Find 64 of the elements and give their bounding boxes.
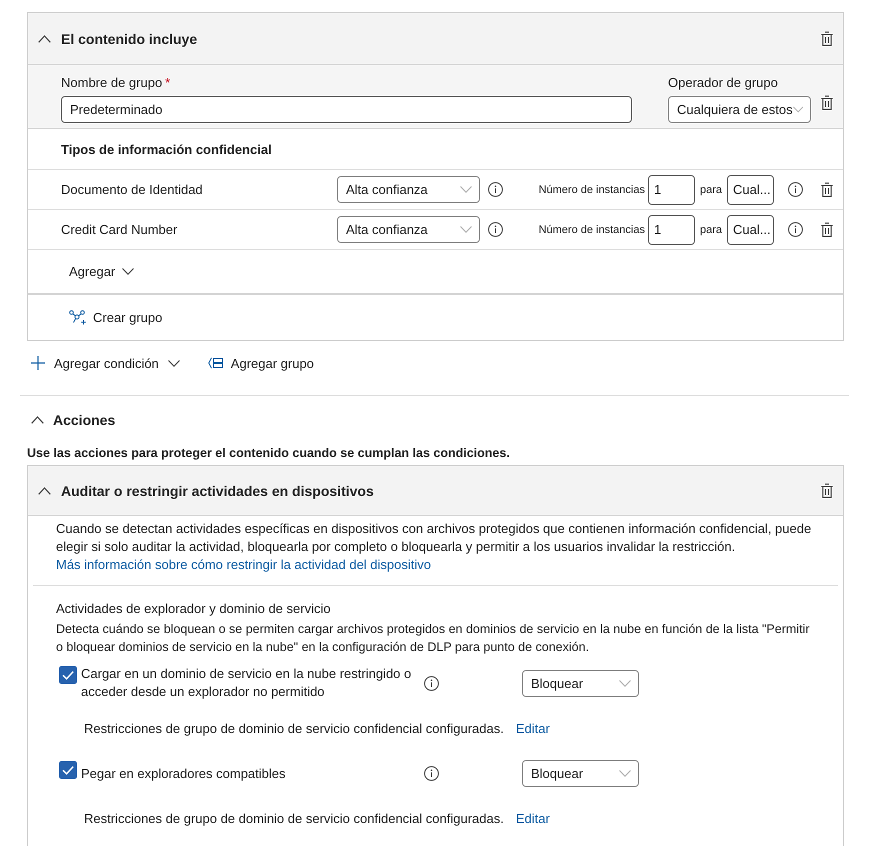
chevron-up-icon[interactable] [38, 34, 51, 42]
chevron-up-icon[interactable] [31, 416, 44, 424]
info-icon[interactable] [424, 766, 439, 781]
activity-label: Pegar en exploradores compatibles [81, 764, 287, 782]
checkbox[interactable] [59, 666, 77, 684]
edit-link[interactable]: Editar [516, 810, 550, 828]
action-dropdown[interactable]: Bloquear [522, 760, 639, 787]
checkbox[interactable] [59, 761, 77, 779]
restriction-note: Restricciones de grupo de dominio de servicio confidencial configuradas. [84, 720, 504, 738]
restriction-note: Restricciones de grupo de dominio de servicio confidencial configuradas. [84, 810, 504, 828]
info-icon[interactable] [488, 222, 503, 237]
instances-max-field[interactable]: Cual... [727, 214, 774, 244]
field-label: Nombre de grupo [61, 75, 162, 90]
card-title: El contenido incluye [61, 30, 198, 46]
required-mark: * [165, 75, 170, 90]
edit-link[interactable]: Editar [516, 720, 550, 738]
chevron-up-icon[interactable] [38, 486, 51, 494]
chevron-down-icon [619, 770, 631, 777]
chevron-down-icon [619, 680, 631, 686]
trash-icon[interactable] [821, 222, 833, 237]
add-group-button[interactable]: Agregar grupo [208, 356, 314, 370]
chevron-down-icon [460, 186, 472, 193]
info-icon[interactable] [788, 222, 803, 237]
people-network-icon [69, 310, 86, 325]
info-type-name: Documento de Identidad [61, 182, 204, 197]
section-description: Use las acciones para proteger el contenido cuando se cumplan las condiciones. [26, 445, 511, 462]
chevron-down-icon [460, 226, 472, 233]
subsection-title: Actividades de explorador y dominio de servicio [56, 600, 332, 618]
info-icon[interactable] [788, 182, 803, 197]
info-icon[interactable] [424, 676, 439, 690]
group-operator-dropdown[interactable]: Cualquiera de estos [668, 96, 811, 123]
trash-icon[interactable] [821, 483, 833, 498]
info-icon[interactable] [488, 182, 503, 197]
section-heading: Tipos de información confidencial [61, 142, 272, 156]
plus-icon [31, 356, 45, 370]
add-condition-button[interactable]: Agregar condición [31, 356, 180, 370]
confidence-dropdown[interactable]: Alta confianza [337, 216, 480, 243]
subsection-description: Detecta cuándo se bloquean o se permiten cargar archivos protegidos en dominios de servicio en la nube en función de la lista "Permitir o bloquear dominios de servicio en la nube" en la configuración de DLP para punto de conexión. [55, 621, 810, 656]
confidence-dropdown[interactable]: Alta confianza [337, 176, 480, 203]
field-label: Operador de grupo [668, 74, 779, 92]
chevron-down-icon [122, 268, 134, 275]
group-name-field[interactable]: Predeterminado [61, 96, 632, 123]
section-title: Acciones [53, 412, 116, 428]
instances-field[interactable]: 1 [648, 174, 695, 204]
card-description: Cuando se detectan actividades específicas en dispositivos con archivos protegidos que contienen información confidencial, puede elegir si solo auditar la actividad, bloquearla por completo o bloquearla y permitir a los usuarios invalidar la restricción. [55, 520, 812, 556]
create-group-button[interactable]: Crear grupo [69, 310, 162, 325]
add-button[interactable]: Agregar [69, 264, 134, 279]
trash-icon[interactable] [821, 95, 833, 110]
instances-label: Número de instancias [538, 184, 645, 196]
trash-icon[interactable] [821, 31, 833, 46]
activity-label: Cargar en un dominio de servicio en la nube restringido o acceder desde un explorador no permitido [81, 665, 412, 701]
list-bracket-icon [208, 357, 223, 369]
learn-more-link[interactable]: Más información sobre cómo restringir la actividad del dispositivo [56, 556, 431, 574]
info-type-name: Credit Card Number [61, 222, 178, 237]
chevron-down-icon [168, 360, 180, 366]
instances-label: Número de instancias [538, 224, 645, 236]
chevron-down-icon [792, 106, 803, 113]
card-title: Auditar o restringir actividades en dispositivos [61, 482, 374, 498]
for-label: para [700, 184, 722, 196]
trash-icon[interactable] [821, 182, 833, 197]
instances-field[interactable]: 1 [648, 214, 695, 244]
action-dropdown[interactable]: Bloquear [522, 670, 639, 696]
for-label: para [700, 224, 722, 236]
instances-max-field[interactable]: Cual... [727, 174, 774, 204]
